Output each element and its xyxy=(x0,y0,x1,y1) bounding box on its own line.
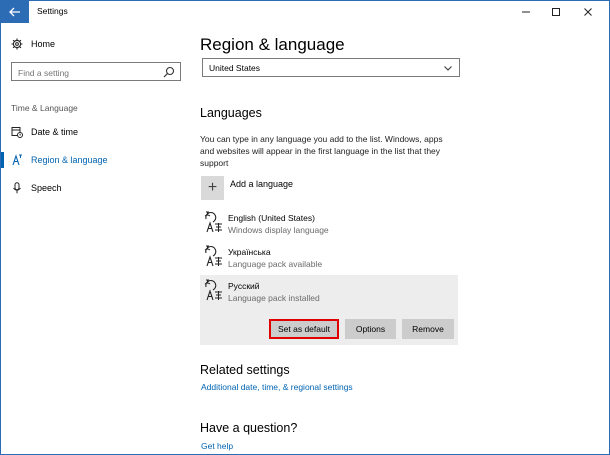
additional-settings-link[interactable]: Additional date, time, & regional settin… xyxy=(201,382,353,392)
set-as-default-button[interactable]: Set as default xyxy=(269,319,339,339)
country-dropdown[interactable]: United States xyxy=(202,58,460,77)
languages-description: You can type in any language you add to … xyxy=(200,134,443,168)
search-box[interactable] xyxy=(11,62,181,82)
calendar-clock-icon xyxy=(11,127,23,138)
add-language-button[interactable]: + Add a language xyxy=(201,176,293,200)
sidebar-item-region-language[interactable]: Region & language xyxy=(11,153,108,167)
search-input[interactable] xyxy=(12,64,152,82)
language-icon xyxy=(204,211,222,233)
chevron-down-icon xyxy=(444,66,452,71)
language-item-english[interactable]: English (United States) Windows display … xyxy=(200,207,458,241)
sidebar-item-label: Speech xyxy=(31,183,62,193)
search-icon[interactable] xyxy=(163,66,175,78)
maximize-button[interactable] xyxy=(541,1,571,23)
title-bar: Settings xyxy=(1,1,609,23)
minimize-button[interactable] xyxy=(511,1,541,23)
region-language-icon xyxy=(12,154,22,166)
plus-icon: + xyxy=(201,176,224,200)
sidebar-item-speech[interactable]: Speech xyxy=(11,181,62,195)
main-content: Region & language United States Language… xyxy=(200,23,600,454)
maximize-icon xyxy=(552,8,560,16)
language-item-russian[interactable]: Русский Language pack installed Set as d… xyxy=(200,275,458,345)
language-name: Українська xyxy=(228,247,271,257)
remove-button[interactable]: Remove xyxy=(402,319,454,339)
sidebar-home-label: Home xyxy=(31,39,56,49)
gear-icon xyxy=(11,38,23,50)
sidebar-section-label: Time & Language xyxy=(11,103,78,113)
back-button[interactable] xyxy=(1,1,29,23)
microphone-icon xyxy=(13,182,21,194)
settings-window: Settings Home Time & Langua xyxy=(0,0,610,455)
language-name: English (United States) xyxy=(228,213,315,223)
language-icon xyxy=(204,245,222,267)
window-title: Settings xyxy=(37,6,68,16)
language-status: Language pack available xyxy=(228,259,323,269)
sidebar-item-date-time[interactable]: Date & time xyxy=(11,125,78,139)
languages-heading: Languages xyxy=(200,106,262,120)
sidebar-item-label: Region & language xyxy=(31,155,108,165)
language-item-ukrainian[interactable]: Українська Language pack available xyxy=(200,241,458,275)
minimize-icon xyxy=(522,11,530,13)
sidebar-item-home[interactable]: Home xyxy=(11,37,55,51)
related-settings-heading: Related settings xyxy=(200,363,290,377)
options-button[interactable]: Options xyxy=(345,319,396,339)
sidebar-item-label: Date & time xyxy=(31,127,79,137)
language-status: Windows display language xyxy=(228,225,329,235)
close-icon xyxy=(584,8,592,16)
back-arrow-icon xyxy=(9,7,20,17)
add-language-label: Add a language xyxy=(230,179,294,189)
language-status: Language pack installed xyxy=(228,293,320,303)
active-indicator xyxy=(1,152,4,168)
sidebar: Home Time & Language Date & time xyxy=(1,23,191,454)
country-value: United States xyxy=(209,62,261,73)
question-heading: Have a question? xyxy=(200,421,298,435)
get-help-link[interactable]: Get help xyxy=(201,441,233,451)
close-button[interactable] xyxy=(573,1,603,23)
page-title: Region & language xyxy=(200,35,345,54)
language-icon xyxy=(204,279,222,301)
language-name: Русский xyxy=(228,281,260,291)
